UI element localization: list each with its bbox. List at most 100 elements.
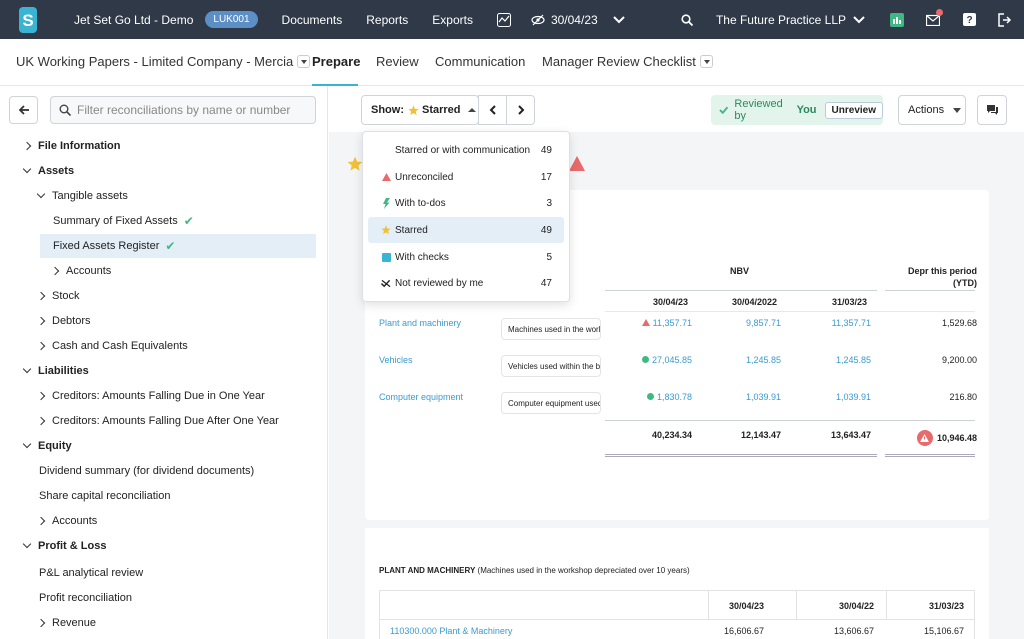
chevron-right-icon (36, 516, 46, 526)
asset-link-plant[interactable]: Plant and machinery (379, 318, 461, 328)
reviewed-prefix: Reviewed by (734, 98, 783, 122)
col-divider (796, 591, 797, 619)
filter-option-unreconciled[interactable]: Unreconciled 17 (368, 164, 564, 190)
total-comparative: 13,643.47 (830, 430, 871, 440)
tree-item-share-capital[interactable]: Share capital reconciliation (39, 484, 170, 508)
help-icon[interactable]: ? (962, 13, 976, 27)
tree-item-equity-accounts[interactable]: Accounts (36, 509, 97, 533)
app-switch-icon[interactable] (890, 12, 904, 27)
nbv-comparative[interactable]: 1,245.85 (836, 355, 871, 365)
eye-slash-icon[interactable] (531, 13, 545, 27)
search-input[interactable] (77, 103, 307, 117)
tree-item-creditors-one-year[interactable]: Creditors: Amounts Falling Due in One Ye… (36, 384, 265, 408)
plant-account-link[interactable]: 110300.000 Plant & Machinery (390, 626, 512, 636)
filter-option-checks[interactable]: With checks 5 (368, 244, 564, 270)
nbv-prior[interactable]: 1,039.91 (746, 392, 781, 402)
tree-item-stock[interactable]: Stock (36, 284, 80, 308)
tab-manager-review-checklist[interactable]: Manager Review Checklist (542, 54, 713, 69)
tree-item-equity[interactable]: Equity (22, 434, 72, 458)
nbv-value[interactable]: 27,045.85 (641, 355, 692, 365)
nbv-value[interactable]: 11,357.71 (641, 318, 692, 328)
tree-item-fixed-assets-register[interactable]: Fixed Assets Register ✔ (40, 234, 316, 258)
tree-item-profit-reconciliation[interactable]: Profit reconciliation (39, 586, 132, 610)
tree-item-revenue[interactable]: Revenue (36, 611, 96, 635)
client-code-badge: LUK001 (205, 11, 258, 28)
logout-icon[interactable] (998, 12, 1012, 27)
practice-chevron-down-icon[interactable] (852, 13, 866, 27)
tree-label: Stock (52, 290, 80, 302)
filter-option-todos[interactable]: With to-dos 3 (368, 190, 564, 216)
tree-item-tangible-assets[interactable]: Tangible assets (36, 184, 128, 208)
filter-option-not-reviewed[interactable]: Not reviewed by me 47 (368, 270, 564, 296)
activity-icon[interactable] (496, 12, 511, 27)
checklist-dropdown-icon[interactable] (699, 55, 713, 69)
ok-dot-icon (646, 393, 654, 400)
chevron-right-icon (517, 105, 524, 115)
tree-item-summary-of-fixed-assets[interactable]: Summary of Fixed Assets ✔ (53, 209, 194, 233)
col-date-2: 30/04/22 (838, 601, 874, 611)
tab-review[interactable]: Review (376, 54, 419, 69)
asset-link-computer[interactable]: Computer equipment (379, 392, 463, 402)
tree-item-dividend-summary[interactable]: Dividend summary (for dividend documents… (39, 459, 254, 483)
asset-note[interactable]: Vehicles used within the business (501, 355, 601, 377)
actions-button[interactable]: Actions (898, 95, 966, 125)
asset-note[interactable]: Computer equipment used in the office (501, 392, 601, 414)
chevron-right-icon (50, 266, 60, 276)
unreview-button[interactable]: Unreview (824, 101, 883, 119)
filter-option-starred-or-communication[interactable]: Starred or with communication 49 (368, 137, 564, 163)
caret-down-icon (953, 107, 962, 113)
nbv-comparative[interactable]: 1,039.91 (836, 392, 871, 402)
next-button[interactable] (506, 95, 535, 125)
reconciliation-search[interactable] (50, 96, 316, 124)
tree-item-accounts[interactable]: Accounts (50, 259, 111, 283)
mail-icon[interactable] (926, 8, 943, 27)
previous-button[interactable] (478, 95, 507, 125)
show-filter-button[interactable]: Show: Starred (361, 95, 479, 125)
tree-item-assets[interactable]: Assets (22, 159, 74, 183)
workpaper-tabbar: UK Working Papers - Limited Company - Me… (0, 39, 1024, 86)
nbv-prior[interactable]: 1,245.85 (746, 355, 781, 365)
tree-label: Tangible assets (52, 190, 128, 202)
back-button[interactable] (9, 96, 38, 124)
practice-name[interactable]: The Future Practice LLP (716, 13, 846, 27)
nbv-prior[interactable]: 9,857.71 (746, 318, 781, 328)
client-name[interactable]: Jet Set Go Ltd - Demo (74, 13, 193, 27)
tree-item-file-information[interactable]: File Information (22, 134, 121, 158)
warning-triangle-icon (641, 319, 650, 326)
nav-reports[interactable]: Reports (366, 13, 408, 27)
chevron-down-icon[interactable] (612, 13, 626, 27)
caret-up-icon (467, 108, 476, 112)
ok-dot-icon (641, 356, 649, 363)
app-logo[interactable]: S (18, 6, 38, 33)
tree-item-pl-analytical-review[interactable]: P&L analytical review (39, 561, 143, 585)
plant-table-row: 110300.000 Plant & Machinery 16,606.67 1… (379, 619, 975, 639)
nav-documents[interactable]: Documents (282, 13, 343, 27)
tree-item-cash[interactable]: Cash and Cash Equivalents (36, 334, 188, 358)
filter-option-starred[interactable]: Starred 49 (368, 217, 564, 243)
tree-item-profit-loss[interactable]: Profit & Loss (22, 534, 106, 558)
chevron-right-icon (36, 291, 46, 301)
search-icon[interactable] (680, 13, 694, 27)
nav-exports[interactable]: Exports (432, 13, 473, 27)
section-title: PLANT AND MACHINERY (379, 566, 476, 575)
tree-label: Debtors (52, 315, 91, 327)
star-icon[interactable] (347, 156, 363, 172)
workpaper-selector[interactable]: UK Working Papers - Limited Company - Me… (16, 54, 311, 69)
section-heading: PLANT AND MACHINERY (Machines used in th… (379, 566, 690, 575)
nbv-comparative[interactable]: 11,357.71 (832, 318, 871, 328)
chevron-right-icon (36, 341, 46, 351)
total-prior: 12,143.47 (740, 430, 781, 440)
period-date[interactable]: 30/04/23 (551, 13, 598, 27)
asset-note[interactable]: Machines used in the workshop depreciate… (501, 318, 601, 340)
tab-communication[interactable]: Communication (435, 54, 525, 69)
tree-item-debtors[interactable]: Debtors (36, 309, 91, 333)
nbv-value[interactable]: 1,830.78 (646, 392, 692, 402)
warning-icon[interactable] (916, 430, 933, 446)
star-icon (408, 104, 419, 115)
comments-button[interactable] (977, 95, 1007, 125)
asset-link-vehicles[interactable]: Vehicles (379, 355, 413, 365)
tree-item-creditors-after-one-year[interactable]: Creditors: Amounts Falling Due After One… (36, 409, 279, 433)
tab-prepare[interactable]: Prepare (312, 54, 360, 69)
tree-item-liabilities[interactable]: Liabilities (22, 359, 89, 383)
workpaper-dropdown-icon[interactable] (297, 55, 311, 69)
